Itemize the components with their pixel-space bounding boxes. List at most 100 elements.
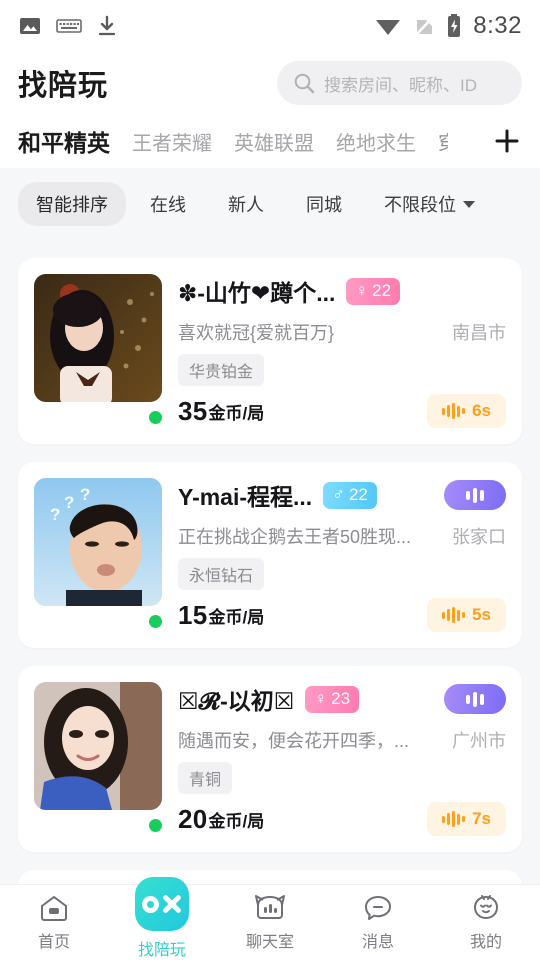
nickname: ✽-山竹❤蹲个... xyxy=(178,280,336,306)
waveform-icon xyxy=(442,811,466,827)
app-screen: 8:32 找陪玩 搜索房间、昵称、ID 和平精英 王者荣耀 英雄联盟 绝地求生 … xyxy=(0,0,540,960)
status-bar: 8:32 xyxy=(0,0,540,52)
gender-age-badge: ♂ 22 xyxy=(323,481,377,509)
app-header: 找陪玩 搜索房间、昵称、ID 和平精英 王者荣耀 英雄联盟 绝地求生 穿 xyxy=(0,52,540,168)
nav-item-profile[interactable]: 我的 xyxy=(432,885,540,952)
voice-duration: 7s xyxy=(472,809,491,828)
card-name-row: Y-mai-程程... ♂ 22 xyxy=(178,478,506,512)
voice-intro-button[interactable]: 7s xyxy=(427,802,506,836)
svg-text:?: ? xyxy=(80,485,90,504)
add-game-button[interactable] xyxy=(492,126,522,156)
description: 喜欢就冠{爱就百万} xyxy=(178,323,335,343)
search-input[interactable]: 搜索房间、昵称、ID xyxy=(277,61,522,105)
chatroom-icon xyxy=(253,893,287,923)
price-unit: 金币/局 xyxy=(208,403,265,423)
filter-bar[interactable]: 智能排序 在线 新人 同城 不限段位 xyxy=(0,168,540,238)
price-unit: 金币/局 xyxy=(208,811,265,831)
game-tab-bar[interactable]: 和平精英 王者荣耀 英雄联盟 绝地求生 穿 xyxy=(18,114,522,168)
nickname: Y-mai-程程... xyxy=(178,484,313,510)
card-price-row: 35 金币/局 6s xyxy=(178,394,506,428)
male-icon: ♂ xyxy=(332,485,345,504)
avatar[interactable]: ??? xyxy=(34,478,165,632)
filter-chip-rank-dropdown[interactable]: 不限段位 xyxy=(366,182,493,226)
voice-intro-button[interactable]: 5s xyxy=(427,598,506,632)
card-desc-row: 喜欢就冠{爱就百万} 南昌市 xyxy=(178,319,506,345)
waveform-icon xyxy=(442,403,466,419)
voice-intro-button[interactable]: 6s xyxy=(427,394,506,428)
avatar[interactable] xyxy=(34,274,165,428)
card-price-row: 20 金币/局 7s xyxy=(178,802,506,836)
online-status-dot xyxy=(146,816,165,835)
ox-logo-icon xyxy=(135,877,189,931)
nav-label-messages: 消息 xyxy=(361,934,394,951)
sim-off-icon xyxy=(413,14,435,38)
voice-duration: 6s xyxy=(472,401,491,420)
list-item[interactable]: ??? Y-mai-程程... ♂ 22 正在挑战企鹅去王者50胜现... 张家… xyxy=(18,462,522,648)
age-value: 23 xyxy=(331,689,351,708)
filter-chip-same-city[interactable]: 同城 xyxy=(288,182,360,226)
profile-icon xyxy=(470,893,502,923)
download-icon xyxy=(96,14,118,38)
rank-tag: 华贵铂金 xyxy=(178,354,265,386)
keyboard-icon xyxy=(56,17,82,35)
filter-chip-newcomer[interactable]: 新人 xyxy=(210,182,282,226)
list-item[interactable]: ☒𝓡-以初☒ ♀ 23 随遇而安，便会花开四季，... 广州市 青铜 20 金币… xyxy=(18,666,522,852)
card-desc-row: 正在挑战企鹅去王者50胜现... 张家口 xyxy=(178,523,506,549)
home-icon xyxy=(38,893,70,923)
card-desc-row: 随遇而安，便会花开四季，... 广州市 xyxy=(178,727,506,753)
card-name-row: ☒𝓡-以初☒ ♀ 23 xyxy=(178,682,506,716)
online-status-dot xyxy=(146,408,165,427)
nav-item-find-companion[interactable]: 找陪玩 xyxy=(108,877,216,960)
city-label: 广州市 xyxy=(452,731,506,751)
game-tab-3[interactable]: 绝地求生 xyxy=(336,127,416,156)
search-icon xyxy=(293,72,315,94)
search-placeholder: 搜索房间、昵称、ID xyxy=(324,75,477,95)
bottom-navigation[interactable]: 首页 找陪玩 聊天室 消息 我的 xyxy=(0,877,540,960)
voice-duration: 5s xyxy=(472,605,491,624)
card-name-row: ✽-山竹❤蹲个... ♀ 22 xyxy=(178,274,506,308)
filter-chip-smart-sort[interactable]: 智能排序 xyxy=(18,182,126,226)
filter-chip-online[interactable]: 在线 xyxy=(132,182,204,226)
price-unit: 金币/局 xyxy=(208,607,265,627)
age-value: 22 xyxy=(348,485,368,504)
nav-item-chatroom[interactable]: 聊天室 xyxy=(216,885,324,952)
game-tab-2[interactable]: 英雄联盟 xyxy=(234,127,314,156)
svg-text:?: ? xyxy=(64,493,74,512)
game-tab-0[interactable]: 和平精英 xyxy=(18,124,110,158)
waveform-icon xyxy=(442,607,466,623)
price-value: 20 xyxy=(178,803,208,834)
battery-charging-icon xyxy=(446,13,462,39)
card-price-row: 15 金币/局 5s xyxy=(178,598,506,632)
status-bar-right-icons: 8:32 xyxy=(374,12,522,40)
companion-list[interactable]: ✽-山竹❤蹲个... ♀ 22 喜欢就冠{爱就百万} 南昌市 华贵铂金 35 金… xyxy=(0,258,540,884)
message-icon xyxy=(362,893,394,923)
chevron-down-icon xyxy=(463,200,475,208)
price-value: 15 xyxy=(178,599,208,630)
rank-tag: 青铜 xyxy=(178,762,233,794)
nickname: ☒𝓡-以初☒ xyxy=(178,688,295,714)
nav-item-messages[interactable]: 消息 xyxy=(324,885,432,952)
playing-status-icon[interactable] xyxy=(444,684,506,714)
description: 随遇而安，便会花开四季，... xyxy=(178,731,410,751)
page-title: 找陪玩 xyxy=(18,70,109,102)
game-tab-1[interactable]: 王者荣耀 xyxy=(132,127,212,156)
city-label: 张家口 xyxy=(452,527,506,547)
nav-item-home[interactable]: 首页 xyxy=(0,885,108,952)
gender-age-badge: ♀ 23 xyxy=(305,685,360,713)
filter-chip-rank-label: 不限段位 xyxy=(384,195,456,215)
gender-age-badge: ♀ 22 xyxy=(346,277,401,305)
list-item[interactable]: FLAWLESS BARBER SHOP ✨青青 ♀ 24 xyxy=(18,870,522,884)
nav-label-find-companion: 找陪玩 xyxy=(137,942,186,959)
playing-status-icon[interactable] xyxy=(444,480,506,510)
wifi-icon xyxy=(374,15,402,37)
age-value: 22 xyxy=(372,281,392,300)
game-tab-4[interactable]: 穿 xyxy=(438,127,448,156)
avatar[interactable] xyxy=(34,682,165,836)
nav-label-chatroom: 聊天室 xyxy=(245,934,294,951)
price-value: 35 xyxy=(178,395,208,426)
image-icon xyxy=(18,14,42,38)
nav-label-profile: 我的 xyxy=(469,934,502,951)
nav-label-home: 首页 xyxy=(37,934,70,951)
online-status-dot xyxy=(146,612,165,631)
list-item[interactable]: ✽-山竹❤蹲个... ♀ 22 喜欢就冠{爱就百万} 南昌市 华贵铂金 35 金… xyxy=(18,258,522,444)
